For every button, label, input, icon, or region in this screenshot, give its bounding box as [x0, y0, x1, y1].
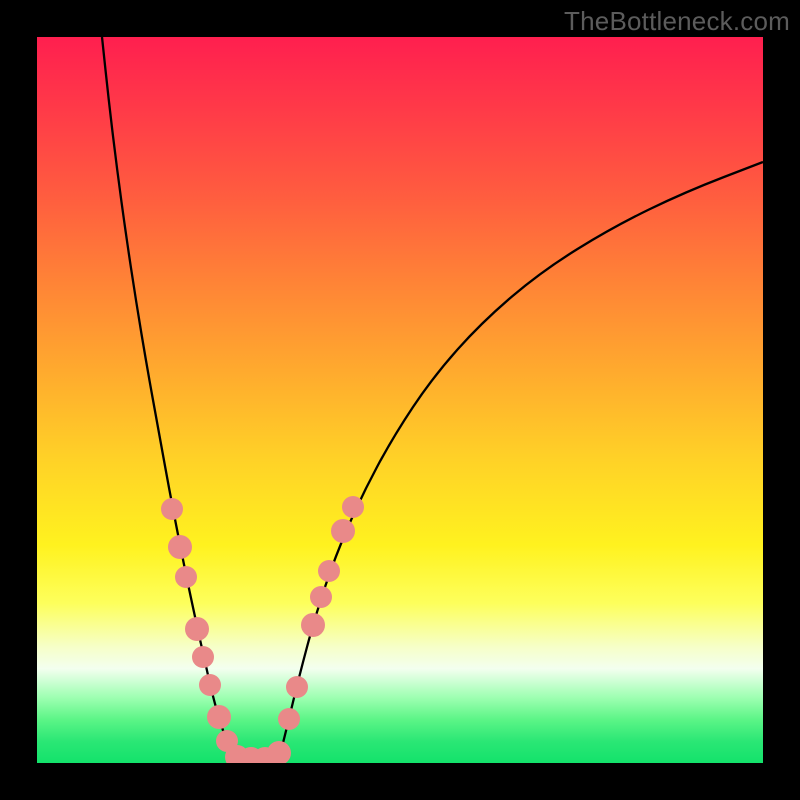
bead-marker — [199, 674, 221, 696]
bead-marker — [301, 613, 325, 637]
bead-marker — [331, 519, 355, 543]
bead-marker — [185, 617, 209, 641]
chart-frame: TheBottleneck.com — [0, 0, 800, 800]
watermark-label: TheBottleneck.com — [564, 6, 790, 37]
bead-marker — [286, 676, 308, 698]
bead-marker — [267, 741, 291, 763]
bead-marker — [207, 705, 231, 729]
bead-marker — [192, 646, 214, 668]
bead-marker — [318, 560, 340, 582]
marker-group — [161, 496, 364, 763]
bead-marker — [161, 498, 183, 520]
bead-marker — [310, 586, 332, 608]
chart-svg — [37, 37, 763, 763]
bead-marker — [278, 708, 300, 730]
chart-plot-area — [37, 37, 763, 763]
bead-marker — [342, 496, 364, 518]
curve-left-branch — [102, 37, 236, 763]
curve-right-branch — [278, 162, 763, 763]
bead-marker — [168, 535, 192, 559]
bead-marker — [175, 566, 197, 588]
